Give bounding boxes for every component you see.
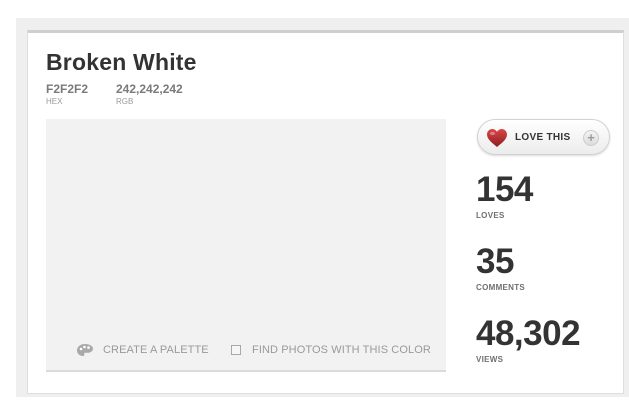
find-photos-link[interactable]: FIND PHOTOS WITH THIS COLOR [231,343,431,357]
hex-label: HEX [46,97,63,106]
palette-icon [77,344,93,356]
comments-count: 35 [476,242,514,281]
love-this-button[interactable]: LOVE THIS + [477,119,610,155]
checkbox-icon[interactable] [231,345,241,355]
views-stat: 48,302 VIEWS [476,314,581,365]
loves-stat: 154 LOVES [476,172,533,221]
views-count: 48,302 [476,314,581,353]
love-this-label: LOVE THIS [515,132,571,143]
hex-code-block: F2F2F2 HEX [46,82,88,107]
hex-value: F2F2F2 [46,82,89,96]
find-photos-label: FIND PHOTOS WITH THIS COLOR [252,344,431,356]
comments-label: COMMENTS [476,283,526,292]
color-name-title: Broken White [46,49,197,75]
loves-count: 154 [476,170,533,209]
create-palette-link[interactable]: CREATE A PALETTE [76,343,209,357]
comments-stat: 35 COMMENTS [476,244,525,293]
views-label: VIEWS [476,355,504,364]
create-palette-label: CREATE A PALETTE [103,344,209,356]
plus-icon[interactable]: + [583,130,599,146]
rgb-code-block: 242,242,242 RGB [116,82,183,107]
heart-icon [487,129,507,147]
loves-label: LOVES [476,211,505,220]
rgb-label: RGB [116,97,134,106]
rgb-value: 242,242,242 [116,82,183,96]
color-swatch [46,119,446,372]
